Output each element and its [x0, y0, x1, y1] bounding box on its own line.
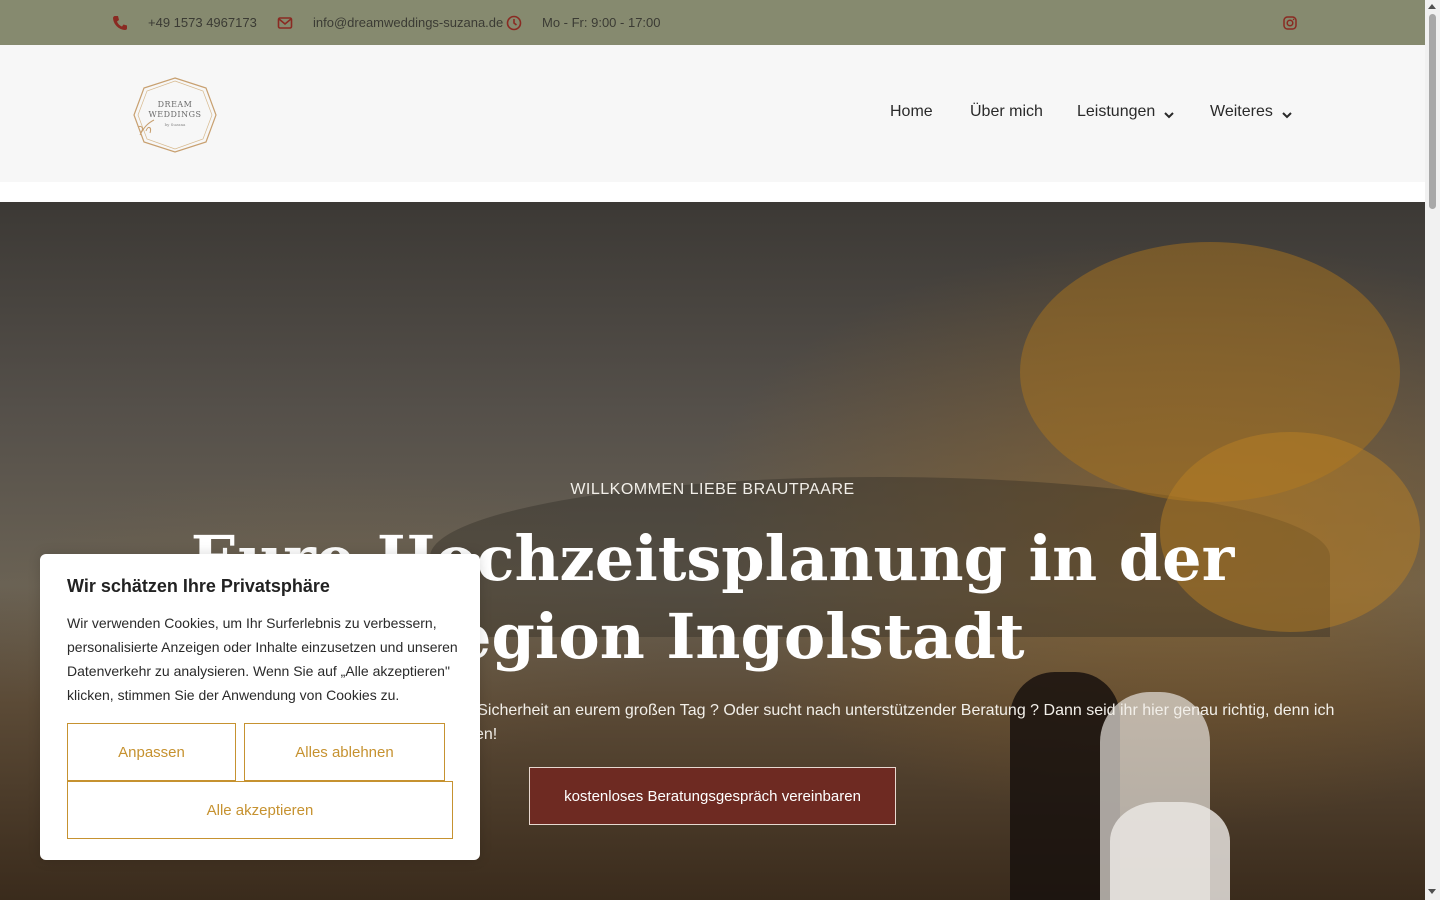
nav-ueber-mich-label: Über mich — [970, 103, 1043, 120]
cookie-text: Wir verwenden Cookies, um Ihr Surferlebn… — [67, 615, 458, 703]
phone-number: +49 1573 4967173 — [148, 15, 257, 30]
phone-icon — [112, 15, 128, 31]
cookie-consent-dialog: Wir schätzen Ihre Privatsphäre Wir verwe… — [40, 554, 480, 860]
top-info-bar: +49 1573 4967173 info@dreamweddings-suza… — [0, 0, 1425, 45]
cookie-customize-button[interactable]: Anpassen — [67, 723, 236, 781]
chevron-down-icon — [1164, 107, 1175, 119]
instagram-icon — [1283, 15, 1297, 30]
email-contact[interactable]: info@dreamweddings-suzana.de — [277, 0, 503, 45]
nav-home-label: Home — [890, 103, 933, 120]
scroll-up-arrow-icon[interactable] — [1428, 4, 1436, 9]
nav-leistungen-label: Leistungen — [1077, 103, 1156, 120]
cookie-accept-button[interactable]: Alle akzeptieren — [67, 781, 453, 839]
nav-leistungen[interactable]: Leistungen — [1077, 103, 1175, 121]
phone-contact[interactable]: +49 1573 4967173 — [112, 0, 257, 45]
logo-line-3: by Suzana — [165, 122, 186, 127]
instagram-link[interactable] — [1283, 0, 1297, 45]
site-logo[interactable]: DREAM WEDDINGS by Suzana — [130, 75, 220, 155]
scroll-down-arrow-icon[interactable] — [1428, 889, 1436, 894]
chevron-down-icon — [1282, 107, 1292, 119]
logo-line-2: WEDDINGS — [149, 110, 202, 119]
cookie-title: Wir schätzen Ihre Privatsphäre — [67, 576, 330, 596]
email-address: info@dreamweddings-suzana.de — [313, 15, 504, 30]
scrollbar-thumb[interactable] — [1429, 14, 1436, 209]
nav-home[interactable]: Home — [890, 103, 933, 121]
clock-icon — [506, 15, 522, 31]
page-scrollbar[interactable] — [1425, 0, 1440, 900]
hours-text: Mo - Fr: 9:00 - 17:00 — [542, 15, 661, 30]
logo-line-1: DREAM — [158, 100, 193, 109]
mail-icon — [277, 15, 293, 31]
opening-hours: Mo - Fr: 9:00 - 17:00 — [506, 0, 661, 45]
nav-weiteres[interactable]: Weiteres — [1210, 103, 1292, 121]
nav-ueber-mich[interactable]: Über mich — [970, 103, 1043, 121]
cta-consultation-button[interactable]: kostenloses Beratungsgespräch vereinbare… — [529, 767, 896, 825]
hero-subtitle: WILLKOMMEN LIEBE BRAUTPAARE — [570, 481, 855, 498]
site-header: DREAM WEDDINGS by Suzana Home Über mich … — [0, 45, 1425, 182]
cookie-reject-button[interactable]: Alles ablehnen — [244, 723, 445, 781]
nav-weiteres-label: Weiteres — [1210, 103, 1273, 120]
hero-background-dress — [1110, 802, 1230, 900]
